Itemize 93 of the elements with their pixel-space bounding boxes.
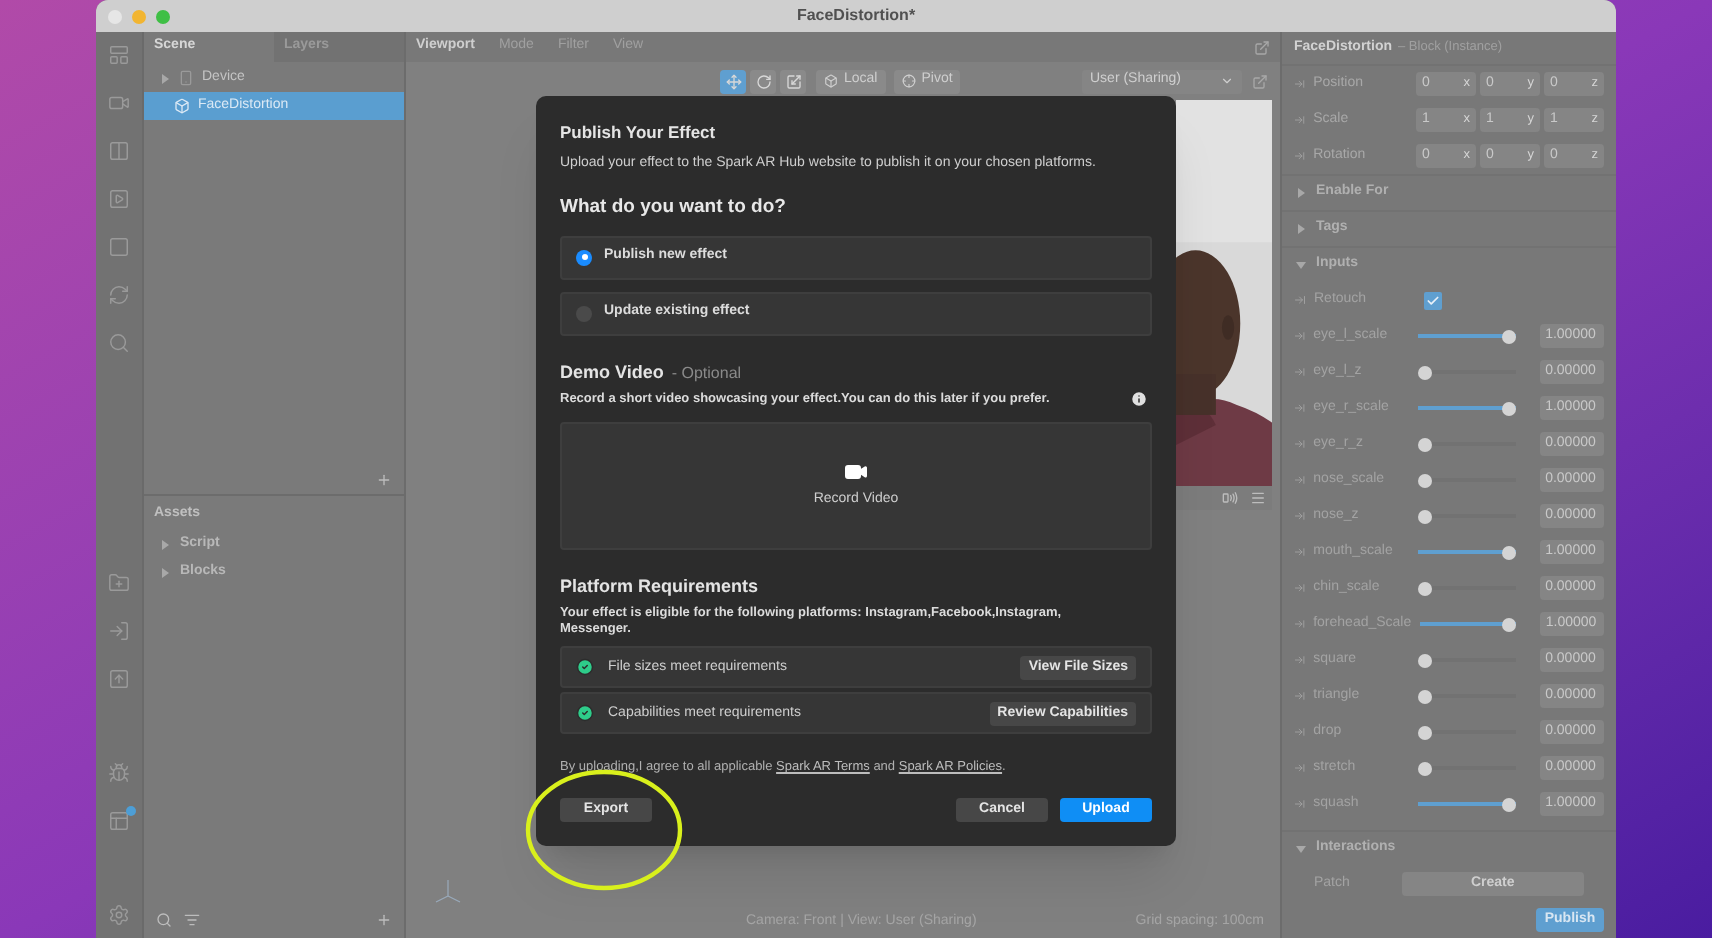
caret-icon[interactable] — [160, 540, 170, 550]
connect-arrow-icon[interactable] — [1294, 150, 1306, 162]
slider[interactable] — [1417, 580, 1516, 596]
slider[interactable] — [1417, 508, 1516, 524]
connect-arrow-icon[interactable] — [1294, 510, 1306, 522]
slider-thumb[interactable] — [1417, 365, 1432, 379]
connect-arrow-icon[interactable] — [1294, 402, 1306, 414]
section-heading: Demo Video — [560, 359, 664, 385]
slider-thumb[interactable] — [1417, 725, 1432, 739]
connect-arrow-icon[interactable] — [1294, 546, 1306, 558]
transform-tool[interactable] — [780, 69, 806, 93]
connect-arrow-icon[interactable] — [1294, 582, 1306, 594]
slider[interactable] — [1417, 724, 1516, 740]
panels-icon[interactable] — [108, 810, 130, 832]
connect-arrow-icon[interactable] — [1294, 78, 1306, 90]
connect-arrow-icon[interactable] — [1294, 330, 1306, 342]
connect-arrow-icon[interactable] — [1294, 690, 1306, 702]
stop-icon[interactable] — [108, 236, 130, 258]
cube-icon — [824, 74, 838, 88]
slider-thumb[interactable] — [1502, 617, 1517, 631]
slider-thumb[interactable] — [1501, 329, 1516, 343]
transform-tool[interactable] — [750, 69, 776, 93]
connect-arrow-icon[interactable] — [1294, 798, 1306, 810]
filter-icon[interactable] — [184, 912, 200, 928]
slider[interactable] — [1417, 400, 1516, 416]
settings-icon[interactable] — [108, 904, 130, 926]
caret-icon[interactable] — [1296, 844, 1306, 854]
connect-arrow-icon[interactable] — [1294, 438, 1306, 450]
chevron-down-icon — [1220, 74, 1234, 88]
cube-icon — [174, 98, 190, 114]
checkbox[interactable] — [1424, 291, 1442, 309]
slider[interactable] — [1417, 796, 1516, 812]
slider[interactable] — [1417, 652, 1516, 668]
folder-plus-icon[interactable] — [108, 572, 130, 594]
axis-gizmo-icon — [434, 878, 462, 906]
slider[interactable] — [1417, 760, 1516, 776]
slider[interactable] — [1417, 436, 1516, 452]
section-heading: What do you want to do? — [560, 194, 788, 223]
optional-label: - Optional — [671, 361, 742, 385]
add-icon[interactable] — [376, 472, 392, 488]
slider[interactable] — [1417, 328, 1516, 344]
section-heading: Platform Requirements — [560, 573, 761, 600]
slider-thumb[interactable] — [1417, 509, 1432, 523]
slider-thumb[interactable] — [1417, 581, 1432, 595]
connect-arrow-icon[interactable] — [1294, 618, 1306, 630]
slider[interactable] — [1417, 688, 1516, 704]
add-icon[interactable] — [376, 912, 392, 928]
connect-arrow-icon[interactable] — [1294, 474, 1306, 486]
menu-icon[interactable] — [1250, 490, 1266, 506]
slider[interactable] — [1417, 544, 1516, 560]
caret-icon[interactable] — [1296, 260, 1306, 270]
connect-arrow-icon[interactable] — [1294, 654, 1306, 666]
pop-out-icon[interactable] — [1254, 39, 1270, 55]
video-camera-icon[interactable] — [108, 92, 130, 114]
caret-icon[interactable] — [1296, 188, 1306, 198]
slider-thumb[interactable] — [1417, 437, 1432, 451]
search-icon[interactable] — [108, 332, 130, 354]
slider-thumb[interactable] — [1501, 797, 1516, 811]
phone-icon — [178, 70, 194, 86]
dialog-title: Publish Your Effect — [560, 120, 718, 146]
bug-icon[interactable] — [108, 762, 130, 784]
layout-icon[interactable] — [108, 44, 130, 66]
slider-thumb[interactable] — [1417, 761, 1432, 775]
device-arrow-icon[interactable] — [108, 620, 130, 642]
transform-tool[interactable] — [720, 69, 746, 93]
slider-thumb[interactable] — [1417, 689, 1432, 703]
search-icon[interactable] — [156, 912, 172, 928]
slider[interactable] — [1417, 364, 1516, 380]
connect-arrow-icon[interactable] — [1294, 114, 1306, 126]
minimize-window-button[interactable] — [132, 9, 146, 23]
radio-button[interactable] — [576, 249, 592, 265]
slider[interactable] — [1419, 616, 1517, 632]
upload-icon[interactable] — [108, 668, 130, 690]
slider-thumb[interactable] — [1501, 545, 1516, 559]
connect-arrow-icon[interactable] — [1294, 726, 1306, 738]
crosshair-icon — [901, 74, 916, 88]
slider-thumb[interactable] — [1501, 401, 1516, 415]
video-plus-icon — [844, 460, 868, 484]
connect-arrow-icon[interactable] — [1294, 762, 1306, 774]
info-icon[interactable] — [1130, 390, 1148, 409]
slider-thumb[interactable] — [1417, 473, 1432, 487]
zoom-window-button[interactable] — [156, 9, 170, 23]
caret-icon[interactable] — [160, 73, 170, 83]
connect-arrow-icon[interactable] — [1294, 294, 1306, 306]
refresh-icon[interactable] — [108, 284, 130, 306]
connect-arrow-icon[interactable] — [1294, 366, 1306, 378]
pop-out-icon[interactable] — [1252, 73, 1268, 89]
slider-thumb[interactable] — [1417, 653, 1432, 667]
caret-icon[interactable] — [1296, 224, 1306, 234]
slider[interactable] — [1417, 472, 1516, 488]
play-icon[interactable] — [108, 188, 130, 210]
window-title: FaceDistortion* — [796, 4, 916, 28]
caret-icon[interactable] — [160, 568, 170, 578]
